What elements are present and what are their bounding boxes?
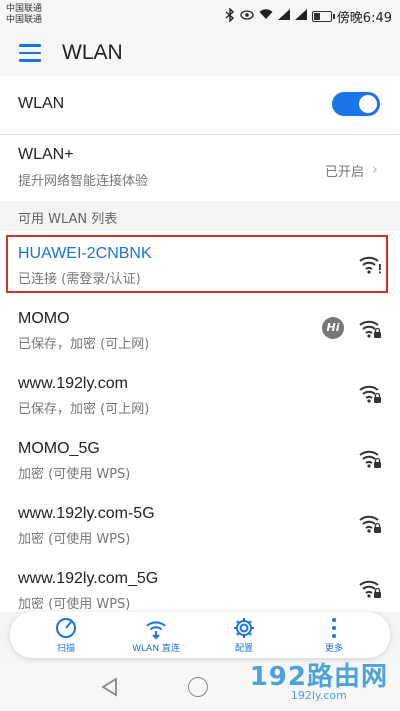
wlan-plus-title: WLAN+ [18, 146, 74, 163]
battery-icon [311, 11, 335, 22]
bottom-toolbar: 扫描 WLAN 直连 配置 更多 [10, 612, 390, 658]
home-icon[interactable] [188, 677, 208, 697]
network-status: 已保存，加密 (可上网) [18, 337, 150, 352]
more-button[interactable]: 更多 [298, 616, 370, 654]
wlan-direct-label: WLAN 直连 [132, 644, 180, 654]
carrier-2: 中国联通 [6, 15, 43, 25]
network-name: MOMO_5G [18, 440, 100, 457]
network-status: 加密 (可使用 WPS) [18, 597, 131, 612]
network-status: 加密 (可使用 WPS) [18, 467, 131, 482]
wlan-plus-row[interactable]: WLAN+ 提升网络智能连接体验 已开启 › [0, 135, 400, 201]
bluetooth-icon [225, 6, 235, 26]
wifi-status-icon [259, 9, 273, 24]
wlan-toggle-row[interactable]: WLAN [0, 76, 400, 134]
back-icon[interactable] [100, 677, 120, 697]
network-item[interactable]: MOMO_5G 加密 (可使用 WPS) [0, 426, 400, 491]
hi-badge-icon: Hi [322, 317, 344, 339]
network-item[interactable]: MOMO 已保存，加密 (可上网) Hi [0, 296, 400, 361]
menu-icon[interactable] [19, 44, 41, 62]
connected-network-highlight [6, 235, 388, 293]
section-header: 可用 WLAN 列表 [0, 201, 400, 231]
signal-icon [294, 9, 307, 24]
app-bar: WLAN [0, 30, 400, 76]
config-label: 配置 [234, 644, 253, 654]
status-bar: 中国联通 中国联通 傍晚6:49 [0, 0, 400, 30]
network-status: 加密 (可使用 WPS) [18, 532, 131, 547]
wifi-locked-icon [359, 450, 381, 468]
network-item[interactable]: www.192ly.com-5G 加密 (可使用 WPS) [0, 491, 400, 556]
page-title: WLAN [62, 41, 123, 64]
network-status: 已保存，加密 (可上网) [18, 402, 150, 417]
network-item[interactable]: www.192ly.com_5G 加密 (可使用 WPS) [0, 556, 400, 612]
scan-icon [56, 618, 76, 638]
network-item[interactable]: www.192ly.com 已保存，加密 (可上网) [0, 361, 400, 426]
wlan-plus-subtitle: 提升网络智能连接体验 [18, 174, 149, 189]
clock: 傍晚6:49 [336, 11, 392, 26]
config-button[interactable]: 配置 [208, 616, 280, 654]
eye-icon [240, 9, 254, 24]
wlan-direct-button[interactable]: WLAN 直连 [120, 616, 192, 654]
wifi-locked-icon [359, 515, 381, 533]
more-label: 更多 [324, 644, 343, 654]
more-vertical-icon [332, 618, 336, 638]
watermark: 192路由网 192ly.com [250, 656, 388, 702]
network-name: www.192ly.com_5G [18, 570, 159, 587]
gear-icon [234, 618, 254, 638]
carrier-1: 中国联通 [6, 4, 43, 14]
watermark-main: 192路由网 [249, 662, 388, 692]
network-name: MOMO [18, 310, 70, 327]
network-name: www.192ly.com [18, 375, 128, 392]
chevron-right-icon: › [372, 160, 378, 178]
scan-button[interactable]: 扫描 [30, 616, 102, 654]
wifi-locked-icon [359, 580, 381, 598]
wlan-toggle-label: WLAN [18, 95, 65, 112]
section-header-label: 可用 WLAN 列表 [18, 212, 118, 227]
wlan-direct-icon [146, 621, 166, 640]
wlan-switch[interactable] [332, 92, 380, 116]
wifi-locked-icon [359, 320, 381, 338]
signal-icon [277, 9, 290, 24]
network-name: www.192ly.com-5G [18, 505, 155, 522]
wlan-plus-status: 已开启 [324, 165, 364, 180]
scan-label: 扫描 [56, 644, 75, 654]
wifi-locked-icon [359, 385, 381, 403]
